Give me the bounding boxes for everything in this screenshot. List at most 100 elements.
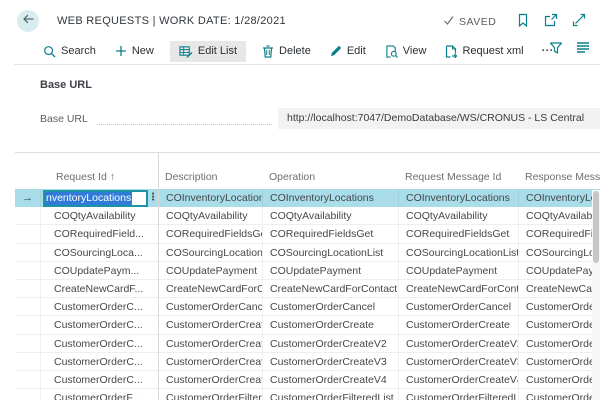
- cell-description[interactable]: COQtyAvailability: [159, 207, 263, 225]
- cell-description[interactable]: COUpdatePayment: [159, 262, 263, 280]
- cell-request-id[interactable]: CustomerOrderF...: [41, 389, 159, 400]
- cell-description[interactable]: CustomerOrderCancel: [159, 298, 263, 316]
- delete-button[interactable]: Delete: [259, 41, 314, 62]
- cell-response-message-id[interactable]: CustomerOrderCreateV4: [519, 371, 600, 389]
- cell-operation[interactable]: CustomerOrderCreateV2: [263, 335, 399, 353]
- cell-response-message-id[interactable]: CustomerOrderFilteredList: [519, 389, 600, 400]
- cell-description[interactable]: CORequiredFieldsGet: [159, 225, 263, 243]
- table-row[interactable]: CORequiredField...CORequiredFieldsGetCOR…: [15, 225, 600, 243]
- cell-response-message-id[interactable]: CustomerOrderCreate: [519, 316, 600, 334]
- cell-description[interactable]: COSourcingLocationList: [159, 244, 263, 262]
- request-xml-button[interactable]: Request xml: [442, 41, 526, 62]
- cell-response-message-id[interactable]: COSourcingLocationList: [519, 244, 600, 262]
- table-row[interactable]: CustomerOrderC...CustomerOrderCreateCust…: [15, 316, 600, 334]
- table-row[interactable]: →nventoryLocations⋮COInventoryLocationsC…: [15, 189, 600, 207]
- row-indicator: →: [15, 189, 41, 207]
- row-indicator: [15, 244, 41, 262]
- edit-button[interactable]: Edit: [327, 41, 369, 61]
- row-options-icon[interactable]: ⋮: [148, 189, 159, 207]
- row-indicator: [15, 207, 41, 225]
- cell-request-message-id[interactable]: CORequiredFieldsGet: [399, 225, 519, 243]
- cell-response-message-id[interactable]: COUpdatePayment: [519, 262, 600, 280]
- column-header-response-message-id[interactable]: Response Message Id: [518, 171, 600, 189]
- cell-response-message-id[interactable]: CORequiredFieldsGet: [519, 225, 600, 243]
- cell-response-message-id[interactable]: COQtyAvailability: [519, 207, 600, 225]
- cell-operation[interactable]: CustomerOrderCreateV3: [263, 353, 399, 371]
- cell-operation[interactable]: CustomerOrderFilteredList: [263, 389, 399, 400]
- cell-request-id[interactable]: nventoryLocations⋮: [41, 189, 159, 207]
- cell-response-message-id[interactable]: CreateNewCardForContact: [519, 280, 600, 298]
- cell-description[interactable]: CustomerOrderCreateV2: [159, 335, 263, 353]
- cell-operation[interactable]: COUpdatePayment: [263, 262, 399, 280]
- column-header-operation[interactable]: Operation: [262, 171, 398, 189]
- cell-operation[interactable]: CustomerOrderCreateV4: [263, 371, 399, 389]
- page-title: WEB REQUESTS | WORK DATE: 1/28/2021: [57, 15, 286, 27]
- cell-request-id[interactable]: CustomerOrderC...: [41, 353, 159, 371]
- scrollbar-thumb[interactable]: [593, 191, 599, 263]
- cell-request-message-id[interactable]: CustomerOrderCreateV4: [399, 371, 519, 389]
- search-button[interactable]: Search: [40, 41, 99, 62]
- table-row[interactable]: CustomerOrderF...CustomerOrderFilteredLi…: [15, 389, 600, 400]
- cell-request-message-id[interactable]: COSourcingLocationList: [399, 244, 519, 262]
- cell-description[interactable]: CustomerOrderFilteredList: [159, 389, 263, 400]
- cell-request-message-id[interactable]: CreateNewCardForContact: [399, 280, 519, 298]
- cell-request-message-id[interactable]: CustomerOrderCreateV3: [399, 353, 519, 371]
- cell-request-id[interactable]: CustomerOrderC...: [41, 316, 159, 334]
- cell-request-id[interactable]: CustomerOrderC...: [41, 298, 159, 316]
- table-row[interactable]: CreateNewCardF...CreateNewCardForContact…: [15, 280, 600, 298]
- cell-request-message-id[interactable]: CustomerOrderCancel: [399, 298, 519, 316]
- cell-operation[interactable]: CustomerOrderCreate: [263, 316, 399, 334]
- view-button[interactable]: View: [382, 41, 430, 62]
- cell-request-id[interactable]: CreateNewCardF...: [41, 280, 159, 298]
- cell-request-id[interactable]: CustomerOrderC...: [41, 335, 159, 353]
- column-header-request-message-id[interactable]: Request Message Id: [398, 171, 518, 189]
- cell-description[interactable]: CustomerOrderCreateV4: [159, 371, 263, 389]
- cell-request-id[interactable]: COQtyAvailability: [41, 207, 159, 225]
- table-row[interactable]: CustomerOrderC...CustomerOrderCreateV3Cu…: [15, 353, 600, 371]
- back-button[interactable]: [17, 10, 39, 32]
- row-indicator: [15, 371, 41, 389]
- cell-description[interactable]: CustomerOrderCreate: [159, 316, 263, 334]
- column-header-request-id[interactable]: Request Id↑: [40, 171, 158, 189]
- cell-description[interactable]: CustomerOrderCreateV3: [159, 353, 263, 371]
- vertical-scrollbar[interactable]: [592, 190, 600, 400]
- cell-operation[interactable]: CORequiredFieldsGet: [263, 225, 399, 243]
- cell-request-id[interactable]: COUpdatePaym...: [41, 262, 159, 280]
- expand-fullscreen-icon[interactable]: [572, 13, 586, 27]
- cell-response-message-id[interactable]: CustomerOrderCreateV2: [519, 335, 600, 353]
- edit-list-button[interactable]: Edit List: [170, 41, 246, 62]
- bookmark-icon[interactable]: [516, 13, 530, 27]
- cell-request-id[interactable]: CORequiredField...: [41, 225, 159, 243]
- table-row[interactable]: COUpdatePaym...COUpdatePaymentCOUpdatePa…: [15, 262, 600, 280]
- table-row[interactable]: CustomerOrderC...CustomerOrderCreateV4Cu…: [15, 371, 600, 389]
- cell-response-message-id[interactable]: COInventoryLocations: [519, 189, 600, 207]
- inline-edit-cell[interactable]: nventoryLocations: [43, 190, 148, 207]
- base-url-input[interactable]: http://localhost:7047/DemoDatabase/WS/CR…: [278, 108, 600, 129]
- table-row[interactable]: COQtyAvailabilityCOQtyAvailabilityCOQtyA…: [15, 207, 600, 225]
- cell-operation[interactable]: CreateNewCardForContact: [263, 280, 399, 298]
- cell-request-message-id[interactable]: COInventoryLocations: [399, 189, 519, 207]
- cell-request-message-id[interactable]: CustomerOrderCreateV2: [399, 335, 519, 353]
- column-header-description[interactable]: Description: [158, 171, 262, 189]
- list-layout-icon[interactable]: [576, 41, 590, 55]
- cell-operation[interactable]: COInventoryLocations: [263, 189, 399, 207]
- cell-request-message-id[interactable]: CustomerOrderFilteredList: [399, 389, 519, 400]
- filter-icon[interactable]: [549, 41, 563, 55]
- cell-request-message-id[interactable]: COUpdatePayment: [399, 262, 519, 280]
- table-row[interactable]: COSourcingLoca...COSourcingLocationListC…: [15, 244, 600, 262]
- table-row[interactable]: CustomerOrderC...CustomerOrderCreateV2Cu…: [15, 335, 600, 353]
- cell-request-message-id[interactable]: CustomerOrderCreate: [399, 316, 519, 334]
- cell-description[interactable]: CreateNewCardForContact: [159, 280, 263, 298]
- open-in-window-icon[interactable]: [544, 13, 558, 27]
- cell-description[interactable]: COInventoryLocations: [159, 189, 263, 207]
- cell-operation[interactable]: CustomerOrderCancel: [263, 298, 399, 316]
- cell-request-id[interactable]: COSourcingLoca...: [41, 244, 159, 262]
- cell-response-message-id[interactable]: CustomerOrderCancel: [519, 298, 600, 316]
- cell-operation[interactable]: COSourcingLocationList: [263, 244, 399, 262]
- cell-response-message-id[interactable]: CustomerOrderCreateV3: [519, 353, 600, 371]
- new-button[interactable]: New: [112, 41, 157, 61]
- cell-operation[interactable]: COQtyAvailability: [263, 207, 399, 225]
- table-row[interactable]: CustomerOrderC...CustomerOrderCancelCust…: [15, 298, 600, 316]
- cell-request-message-id[interactable]: COQtyAvailability: [399, 207, 519, 225]
- cell-request-id[interactable]: CustomerOrderC...: [41, 371, 159, 389]
